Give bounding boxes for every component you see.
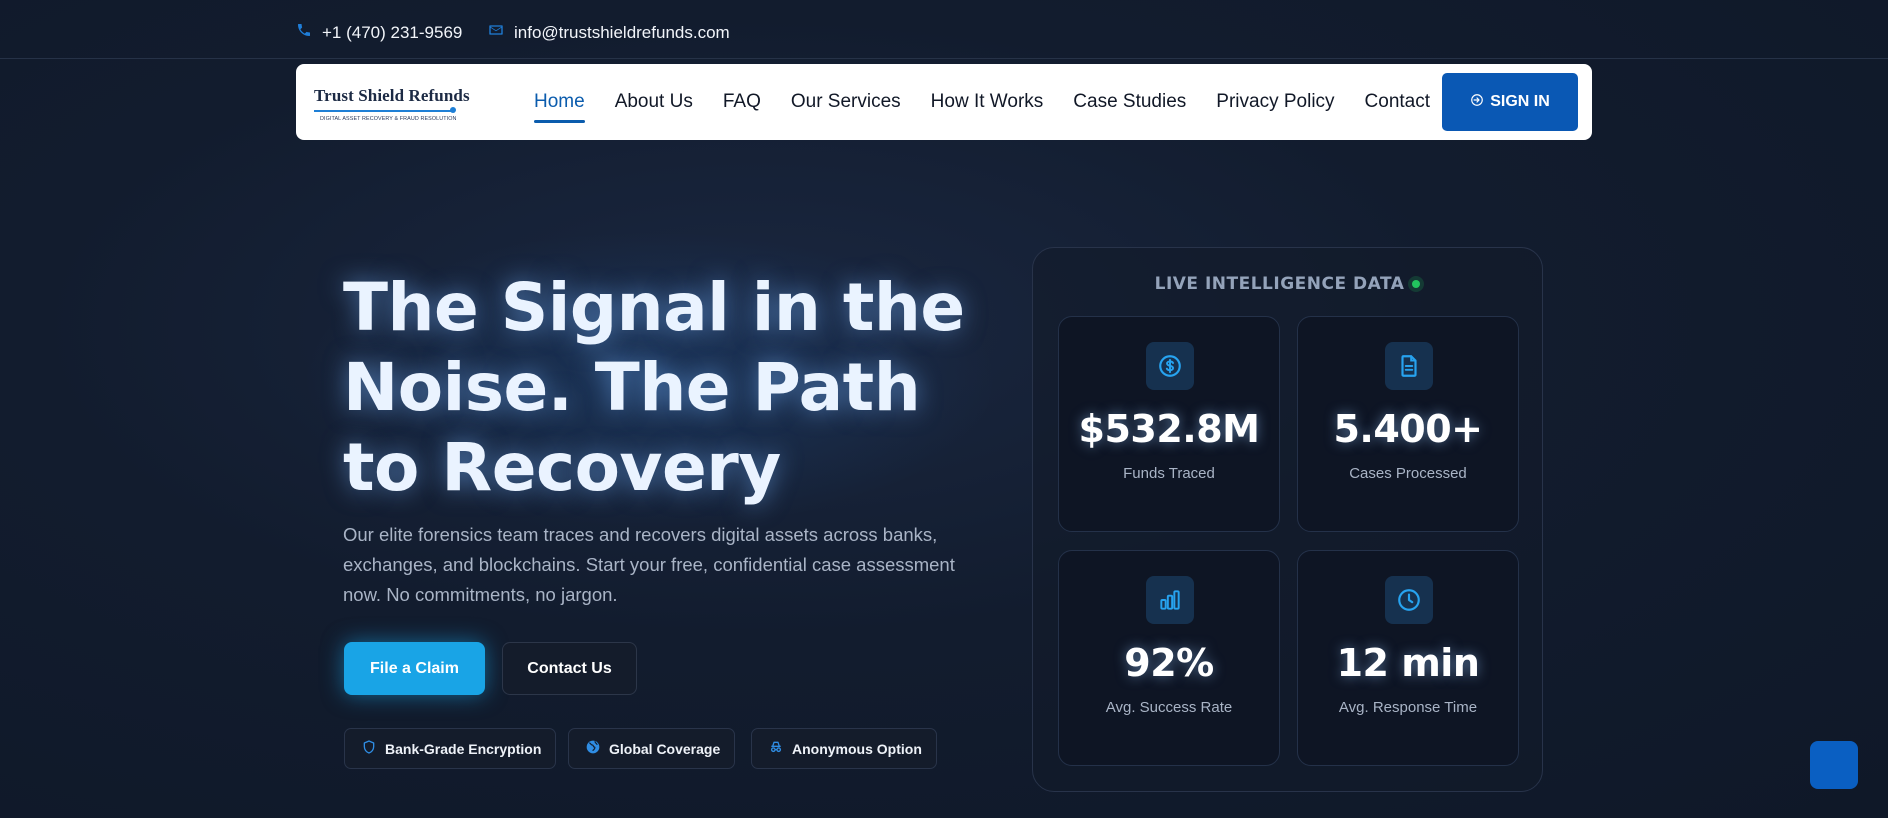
logo-title: Trust Shield Refunds bbox=[314, 86, 470, 105]
stat-value: $532.8M bbox=[1078, 407, 1260, 451]
file-claim-button[interactable]: File a Claim bbox=[344, 642, 485, 695]
email-address: info@trustshieldrefunds.com bbox=[514, 22, 730, 42]
shield-icon bbox=[361, 739, 377, 758]
login-icon bbox=[1470, 93, 1484, 112]
nav-link-home[interactable]: Home bbox=[534, 91, 585, 123]
contact-us-button[interactable]: Contact Us bbox=[502, 642, 637, 695]
dollar-icon bbox=[1146, 342, 1194, 390]
phone-contact[interactable]: +1 (470) 231-9569 bbox=[296, 22, 462, 43]
globe-icon bbox=[585, 739, 601, 758]
stat-card-response-time: 12 min Avg. Response Time bbox=[1297, 550, 1519, 766]
stat-card-success-rate: 92% Avg. Success Rate bbox=[1058, 550, 1280, 766]
chat-widget-button[interactable] bbox=[1810, 741, 1858, 789]
badge-bank-grade-encryption: Bank-Grade Encryption bbox=[344, 728, 557, 769]
email-contact[interactable]: info@trustshieldrefunds.com bbox=[488, 22, 730, 43]
nav-links: Home About Us FAQ Our Services How It Wo… bbox=[534, 64, 1460, 140]
stat-value: 5.400+ bbox=[1333, 407, 1483, 451]
nav-link-faq[interactable]: FAQ bbox=[723, 91, 761, 113]
stat-label: Funds Traced bbox=[1123, 465, 1215, 482]
logo-underline bbox=[314, 110, 452, 112]
mail-icon bbox=[488, 22, 504, 43]
badge-label: Anonymous Option bbox=[792, 740, 922, 757]
stat-card-cases-processed: 5.400+ Cases Processed bbox=[1297, 316, 1519, 532]
nav-link-contact[interactable]: Contact bbox=[1365, 91, 1430, 113]
hero-description: Our elite forensics team traces and reco… bbox=[343, 524, 955, 605]
badge-label: Global Coverage bbox=[609, 740, 721, 757]
logo[interactable]: Trust Shield Refunds DIGITAL ASSET RECOV… bbox=[314, 86, 470, 122]
nav-link-how-it-works[interactable]: How It Works bbox=[931, 91, 1044, 113]
nav-link-about-us[interactable]: About Us bbox=[615, 91, 693, 113]
badge-anonymous-option: Anonymous Option bbox=[751, 728, 937, 769]
sign-in-label: SIGN IN bbox=[1490, 93, 1550, 110]
logo-dot bbox=[450, 107, 456, 113]
stat-label: Avg. Response Time bbox=[1338, 699, 1478, 716]
stat-value: 12 min bbox=[1336, 641, 1480, 685]
bar-chart-icon bbox=[1146, 576, 1194, 624]
incognito-icon bbox=[768, 739, 784, 758]
phone-icon bbox=[296, 22, 312, 43]
stat-value: 92% bbox=[1124, 641, 1214, 685]
badge-label: Bank-Grade Encryption bbox=[385, 740, 542, 757]
live-intelligence-panel: LIVE INTELLIGENCE DATA $532.8M Funds Tra… bbox=[1032, 247, 1543, 792]
nav-link-privacy-policy[interactable]: Privacy Policy bbox=[1216, 91, 1334, 113]
stat-card-funds-traced: $532.8M Funds Traced bbox=[1058, 316, 1280, 532]
nav-link-our-services[interactable]: Our Services bbox=[791, 91, 901, 113]
nav-link-case-studies[interactable]: Case Studies bbox=[1073, 91, 1186, 113]
badge-global-coverage: Global Coverage bbox=[568, 728, 736, 769]
sign-in-button[interactable]: SIGN IN bbox=[1442, 73, 1578, 131]
phone-number: +1 (470) 231-9569 bbox=[322, 22, 463, 42]
main-navbar: Trust Shield Refunds DIGITAL ASSET RECOV… bbox=[296, 64, 1592, 140]
top-contact-bar: +1 (470) 231-9569 info@trustshieldrefund… bbox=[0, 0, 1888, 59]
clock-icon bbox=[1385, 576, 1433, 624]
hero-title: The Signal in the Noise. The Path to Rec… bbox=[343, 269, 965, 506]
panel-title: LIVE INTELLIGENCE DATA bbox=[1154, 274, 1405, 294]
logo-subtitle: DIGITAL ASSET RECOVERY & FRAUD RESOLUTIO… bbox=[320, 116, 457, 122]
panel-header: LIVE INTELLIGENCE DATA bbox=[1033, 274, 1542, 294]
stat-label: Avg. Success Rate bbox=[1105, 699, 1233, 716]
live-indicator-dot bbox=[1412, 280, 1421, 288]
stat-label: Cases Processed bbox=[1349, 465, 1467, 482]
document-icon bbox=[1385, 342, 1433, 390]
